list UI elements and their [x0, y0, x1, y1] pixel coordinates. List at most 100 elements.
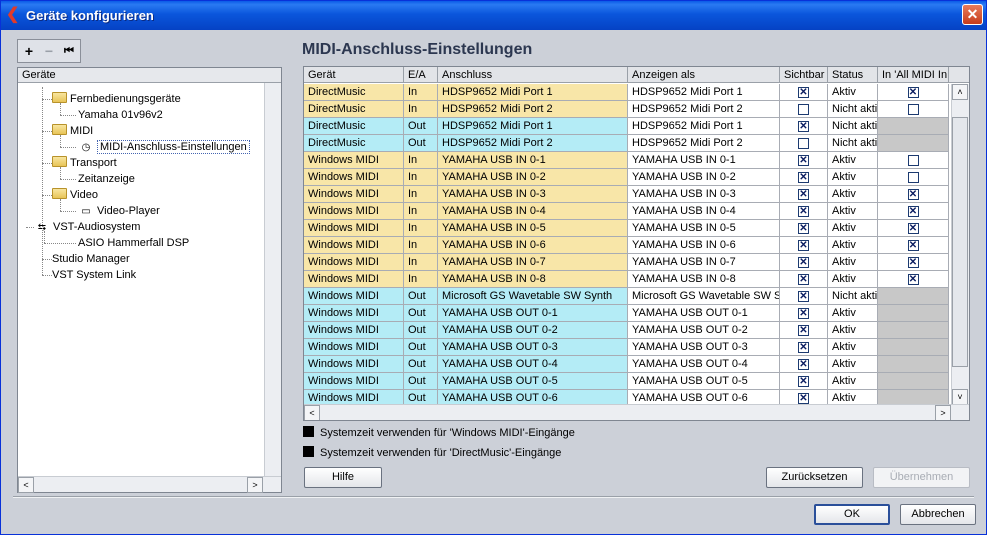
- column-header[interactable]: Anzeigen als: [628, 67, 780, 83]
- option-checkbox[interactable]: [303, 446, 314, 457]
- visible-checkbox[interactable]: ✕: [798, 273, 809, 285]
- table-row[interactable]: DirectMusic In HDSP9652 Midi Port 2 HDSP965…: [304, 101, 949, 118]
- tree-item-studio-manager[interactable]: Studio Manager: [52, 251, 130, 267]
- reset-button[interactable]: Zurücksetzen: [766, 467, 863, 488]
- tree-item-video[interactable]: Video: [52, 187, 98, 203]
- visible-checkbox[interactable]: ✕: [798, 222, 809, 234]
- visible-checkbox[interactable]: ✕: [798, 392, 809, 404]
- table-row[interactable]: Windows MIDI Out YAMAHA USB OUT 0-5 YAMAHA …: [304, 373, 949, 390]
- scroll-down-icon[interactable]: ˅: [952, 389, 968, 405]
- cell-display[interactable]: YAMAHA USB IN 0-2: [628, 169, 780, 186]
- cell-display[interactable]: YAMAHA USB IN 0-7: [628, 254, 780, 271]
- tree-item-zeitanzeige[interactable]: Zeitanzeige: [78, 171, 135, 187]
- table-row[interactable]: Windows MIDI Out Microsoft GS Wavetable SW…: [304, 288, 949, 305]
- tree-item-fernbedienungsger-te[interactable]: Fernbedienungsgeräte: [52, 91, 181, 107]
- table-row[interactable]: Windows MIDI In YAMAHA USB IN 0-3 YAMAHA US…: [304, 186, 949, 203]
- table-row[interactable]: Windows MIDI In YAMAHA USB IN 0-7 YAMAHA US…: [304, 254, 949, 271]
- all-midi-in-checkbox[interactable]: ✕: [907, 273, 919, 285]
- cell-display[interactable]: YAMAHA USB IN 0-1: [628, 152, 780, 169]
- visible-checkbox[interactable]: ✕: [798, 290, 809, 302]
- remove-device-button[interactable]: −: [39, 41, 59, 61]
- visible-checkbox[interactable]: ✕: [798, 188, 809, 200]
- table-row[interactable]: Windows MIDI In YAMAHA USB IN 0-2 YAMAHA US…: [304, 169, 949, 186]
- visible-checkbox[interactable]: ✕: [798, 171, 809, 183]
- table-row[interactable]: DirectMusic Out HDSP9652 Midi Port 1 HDSP96…: [304, 118, 949, 135]
- cell-display[interactable]: YAMAHA USB IN 0-6: [628, 237, 780, 254]
- visible-checkbox[interactable]: ✕: [798, 358, 809, 370]
- tree-item-vst-system-link[interactable]: VST System Link: [52, 267, 136, 283]
- table-row[interactable]: Windows MIDI Out YAMAHA USB OUT 0-1 YAMAHA …: [304, 305, 949, 322]
- cell-display[interactable]: HDSP9652 Midi Port 2: [628, 101, 780, 118]
- column-header[interactable]: Sichtbar: [780, 67, 828, 83]
- visible-checkbox[interactable]: ✕: [798, 205, 809, 217]
- visible-checkbox[interactable]: ✕: [798, 86, 809, 98]
- column-header[interactable]: E/A: [404, 67, 438, 83]
- close-button[interactable]: ✕: [962, 4, 983, 25]
- visible-checkbox[interactable]: ✕: [798, 239, 809, 251]
- table-row[interactable]: Windows MIDI In YAMAHA USB IN 0-1 YAMAHA US…: [304, 152, 949, 169]
- table-row[interactable]: Windows MIDI Out YAMAHA USB OUT 0-3 YAMAHA …: [304, 339, 949, 356]
- all-midi-in-checkbox[interactable]: ✕: [907, 256, 919, 268]
- cell-display[interactable]: YAMAHA USB OUT 0-3: [628, 339, 780, 356]
- option-checkbox[interactable]: [303, 426, 314, 437]
- visible-checkbox[interactable]: ✕: [798, 154, 809, 166]
- cell-display[interactable]: HDSP9652 Midi Port 1: [628, 118, 780, 135]
- cell-display[interactable]: YAMAHA USB IN 0-4: [628, 203, 780, 220]
- tree-header[interactable]: Geräte: [18, 68, 281, 83]
- column-header[interactable]: In 'All MIDI In: [878, 67, 949, 83]
- tree-item-midi[interactable]: MIDI: [52, 123, 93, 139]
- cancel-button[interactable]: Abbrechen: [900, 504, 976, 525]
- cell-display[interactable]: HDSP9652 Midi Port 2: [628, 135, 780, 152]
- cell-display[interactable]: YAMAHA USB OUT 0-1: [628, 305, 780, 322]
- scroll-left-icon[interactable]: <: [304, 405, 320, 420]
- table-row[interactable]: Windows MIDI In YAMAHA USB IN 0-4 YAMAHA US…: [304, 203, 949, 220]
- table-horizontal-scrollbar[interactable]: < >: [304, 404, 969, 420]
- all-midi-in-checkbox[interactable]: ✕: [907, 188, 919, 200]
- visible-checkbox[interactable]: ✕: [798, 324, 809, 336]
- scroll-left-icon[interactable]: <: [18, 477, 34, 493]
- table-row[interactable]: DirectMusic Out HDSP9652 Midi Port 2 HDSP96…: [304, 135, 949, 152]
- tree-item-video-player[interactable]: ▭ Video-Player: [78, 203, 160, 219]
- cell-display[interactable]: YAMAHA USB OUT 0-6: [628, 390, 780, 405]
- visible-checkbox[interactable]: [798, 103, 809, 115]
- scroll-right-icon[interactable]: >: [935, 405, 951, 420]
- scroll-thumb[interactable]: [952, 117, 968, 367]
- ok-button[interactable]: OK: [814, 504, 890, 525]
- title-bar[interactable]: ❮ Geräte konfigurieren ✕: [1, 1, 986, 30]
- cell-display[interactable]: YAMAHA USB OUT 0-2: [628, 322, 780, 339]
- table-vertical-scrollbar[interactable]: ˄ ˅: [951, 84, 969, 405]
- all-midi-in-checkbox[interactable]: ✕: [907, 222, 919, 234]
- tree-item-transport[interactable]: Transport: [52, 155, 117, 171]
- tree-item-yamaha-01v96v2[interactable]: Yamaha 01v96v2: [78, 107, 163, 123]
- visible-checkbox[interactable]: ✕: [798, 341, 809, 353]
- table-row[interactable]: Windows MIDI Out YAMAHA USB OUT 0-2 YAMAHA …: [304, 322, 949, 339]
- all-midi-in-checkbox[interactable]: ✕: [907, 205, 919, 217]
- visible-checkbox[interactable]: [798, 137, 809, 149]
- scroll-up-icon[interactable]: ˄: [952, 84, 968, 100]
- help-button[interactable]: Hilfe: [304, 467, 382, 488]
- tree-vertical-scrollbar[interactable]: [264, 83, 281, 476]
- table-row[interactable]: Windows MIDI In YAMAHA USB IN 0-5 YAMAHA US…: [304, 220, 949, 237]
- tree-item-asio-hammerfall-dsp[interactable]: ASIO Hammerfall DSP: [78, 235, 189, 251]
- column-header[interactable]: Status: [828, 67, 878, 83]
- column-header[interactable]: Gerät: [304, 67, 404, 83]
- cell-display[interactable]: YAMAHA USB IN 0-8: [628, 271, 780, 288]
- add-device-button[interactable]: +: [19, 41, 39, 61]
- column-header[interactable]: Anschluss: [438, 67, 628, 83]
- option-windows-midi-systemtime[interactable]: Systemzeit verwenden für 'Windows MIDI'-…: [303, 425, 575, 441]
- scroll-right-icon[interactable]: >: [247, 477, 263, 493]
- all-midi-in-checkbox[interactable]: [907, 103, 919, 115]
- table-row[interactable]: Windows MIDI Out YAMAHA USB OUT 0-4 YAMAHA …: [304, 356, 949, 373]
- visible-checkbox[interactable]: ✕: [798, 307, 809, 319]
- visible-checkbox[interactable]: ✕: [798, 256, 809, 268]
- all-midi-in-checkbox[interactable]: [907, 171, 919, 183]
- table-row[interactable]: Windows MIDI In YAMAHA USB IN 0-8 YAMAHA US…: [304, 271, 949, 288]
- all-midi-in-checkbox[interactable]: [907, 154, 919, 166]
- cell-display[interactable]: HDSP9652 Midi Port 1: [628, 84, 780, 101]
- all-midi-in-checkbox[interactable]: ✕: [907, 86, 919, 98]
- option-directmusic-systemtime[interactable]: Systemzeit verwenden für 'DirectMusic'-E…: [303, 445, 561, 461]
- tree-item-vst-audiosystem[interactable]: ⇆ VST-Audiosystem: [34, 219, 141, 235]
- reset-device-button[interactable]: ⏮: [59, 41, 79, 61]
- table-row[interactable]: Windows MIDI Out YAMAHA USB OUT 0-6 YAMAHA …: [304, 390, 949, 405]
- cell-display[interactable]: YAMAHA USB IN 0-5: [628, 220, 780, 237]
